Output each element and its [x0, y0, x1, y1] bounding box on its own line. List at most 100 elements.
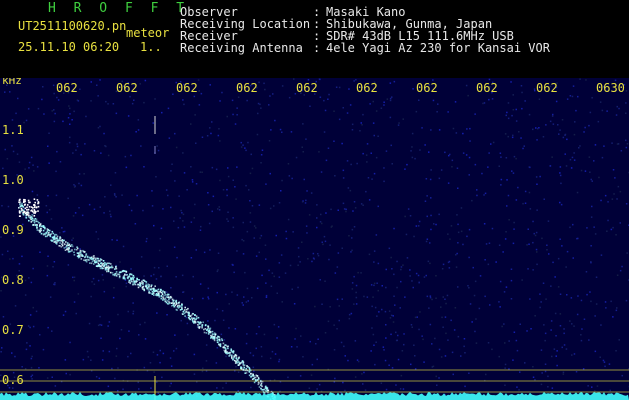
trace-point: [216, 337, 218, 339]
noise-speck: [488, 242, 491, 244]
noise-speck: [170, 170, 172, 172]
noise-speck: [219, 100, 221, 102]
noise-speck: [569, 158, 572, 161]
noise-speck: [121, 194, 123, 196]
noise-speck: [576, 313, 579, 316]
noise-speck: [293, 78, 295, 80]
noise-speck: [231, 291, 233, 293]
noise-speck: [258, 204, 261, 206]
noise-speck: [79, 248, 81, 250]
noise-speck: [236, 114, 238, 116]
noise-speck: [411, 280, 413, 282]
noise-speck: [363, 371, 365, 374]
noise-speck: [566, 294, 568, 296]
noise-speck: [429, 242, 431, 244]
noise-speck: [532, 220, 534, 223]
trace-point: [99, 267, 102, 270]
noise-speck: [600, 254, 603, 256]
trace-point: [128, 279, 131, 282]
noise-speck: [90, 295, 92, 298]
trace-point: [22, 211, 24, 213]
noise-speck: [397, 334, 399, 337]
noise-speck: [28, 277, 30, 279]
trace-point: [162, 297, 165, 299]
noise-speck: [522, 202, 524, 205]
noise-speck: [518, 389, 520, 391]
noise-speck: [552, 261, 554, 264]
noise-speck: [316, 388, 318, 390]
noise-speck: [519, 323, 521, 325]
noise-speck: [42, 348, 45, 351]
trace-point: [36, 223, 38, 226]
noise-speck: [353, 80, 355, 82]
noise-speck: [289, 264, 292, 267]
noise-speck: [347, 187, 350, 189]
noise-speck: [472, 266, 474, 269]
trace-point: [181, 307, 183, 310]
noise-speck: [232, 217, 234, 219]
noise-speck: [432, 99, 435, 102]
noise-speck: [427, 260, 430, 263]
noise-speck: [2, 167, 4, 170]
noise-speck: [532, 128, 534, 131]
noise-speck: [142, 209, 144, 212]
noise-speck: [53, 92, 55, 95]
noise-speck: [305, 225, 308, 227]
noise-speck: [428, 151, 430, 153]
noise-speck: [403, 333, 405, 335]
x-tick-label: 062: [416, 81, 438, 95]
noise-speck: [596, 385, 599, 387]
noise-speck: [222, 319, 225, 321]
noise-speck: [159, 361, 161, 364]
noise-speck: [513, 221, 515, 224]
noise-speck: [371, 178, 373, 180]
noise-speck: [351, 237, 353, 239]
noise-speck: [559, 238, 561, 240]
noise-speck: [354, 340, 357, 342]
noise-speck: [221, 310, 224, 312]
noise-speck: [360, 272, 362, 274]
noise-speck: [591, 180, 593, 182]
noise-speck: [338, 86, 341, 89]
noise-speck: [433, 223, 435, 225]
noise-speck: [199, 171, 202, 173]
trace-point: [243, 366, 246, 369]
noise-speck: [423, 276, 426, 278]
noise-speck: [349, 104, 352, 106]
datetime: 25.11.10 06:20: [18, 40, 120, 54]
noise-speck: [586, 293, 588, 296]
trace-point: [171, 305, 173, 307]
noise-speck: [381, 285, 383, 287]
noise-speck: [620, 150, 623, 152]
noise-speck: [457, 242, 459, 244]
noise-speck: [588, 156, 591, 158]
noise-speck: [96, 84, 98, 86]
noise-speck: [398, 122, 400, 124]
noise-speck: [506, 111, 508, 114]
noise-speck: [246, 287, 249, 290]
noise-speck: [1, 347, 3, 349]
noise-speck: [8, 387, 11, 389]
noise-speck: [429, 262, 431, 265]
noise-speck: [77, 293, 80, 295]
noise-speck: [595, 276, 598, 278]
noise-speck: [402, 264, 404, 266]
trace-point: [232, 358, 234, 360]
noise-speck: [28, 167, 30, 169]
trace-point: [141, 288, 144, 290]
noise-speck: [447, 182, 450, 184]
noise-speck: [442, 263, 445, 266]
noise-speck: [226, 194, 228, 197]
image-index: 1..: [140, 40, 162, 54]
trace-point: [204, 328, 207, 330]
noise-speck: [385, 324, 387, 326]
trace-point: [66, 243, 69, 246]
noise-speck: [175, 347, 178, 350]
noise-speck: [252, 366, 255, 369]
noise-speck: [180, 209, 182, 212]
noise-speck: [615, 350, 617, 352]
trace-point: [30, 221, 33, 223]
noise-speck: [73, 110, 75, 113]
noise-speck: [451, 351, 454, 354]
noise-speck: [511, 114, 513, 117]
